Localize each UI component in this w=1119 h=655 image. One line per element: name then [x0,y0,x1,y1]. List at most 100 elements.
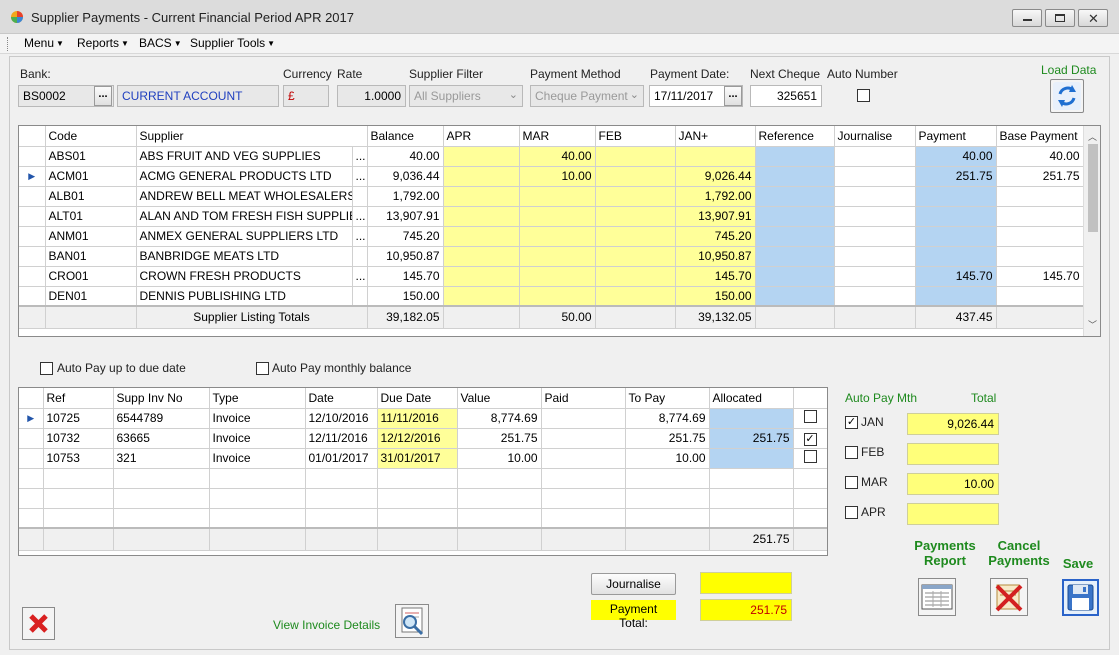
table-row[interactable]: ANM01 ANMEX GENERAL SUPPLIERS LTD ... 74… [19,226,1084,247]
col-header-code[interactable]: Code [45,126,137,147]
table-row[interactable]: ▶ ACM01 ACMG GENERAL PRODUCTS LTD ... 9,… [19,166,1084,187]
cell-code[interactable]: ACM01 [45,166,137,187]
cell-mar[interactable] [519,206,596,227]
date-picker-button[interactable]: ... [724,86,742,106]
bank-lookup-button[interactable]: ... [94,86,112,106]
cell-select[interactable]: ✓ [793,428,827,449]
cell-journalise[interactable] [834,246,916,267]
cell-reference[interactable] [755,166,835,187]
table-row[interactable]: DEN01 DENNIS PUBLISHING LTD 150.00 150.0… [19,286,1084,307]
feb-total-field[interactable] [907,443,999,465]
cell-ref[interactable]: 10753 [43,448,114,469]
cell-journalise[interactable] [834,146,916,167]
cell-date[interactable]: 12/11/2016 [305,428,378,449]
cell-code[interactable]: BAN01 [45,246,137,267]
cell-payment[interactable] [915,206,997,227]
cell-journalise[interactable] [834,286,916,307]
cell-reference[interactable] [755,206,835,227]
journalise-button[interactable]: Journalise [591,573,676,595]
jan-checkbox[interactable]: ✓ [845,416,858,429]
table-row[interactable]: 10732 63665 Invoice 12/11/2016 12/12/201… [19,428,827,449]
menu-supplier-tools[interactable]: Supplier Tools ▼ [188,36,277,50]
apr-total-field[interactable] [907,503,999,525]
jan-total-field[interactable]: 9,026.44 [907,413,999,435]
cell-mar[interactable]: 10.00 [519,166,596,187]
cell-type[interactable]: Invoice [209,408,306,429]
cell-supplier[interactable]: BANBRIDGE MEATS LTD [136,246,353,267]
save-button[interactable] [1062,579,1099,616]
cell-payment[interactable]: 145.70 [915,266,997,287]
auto-pay-monthly-checkbox[interactable] [256,362,269,375]
col-header-journalise[interactable]: Journalise [834,126,916,147]
cell-jan[interactable]: 10,950.87 [675,246,756,267]
cell-type[interactable]: Invoice [209,448,306,469]
mar-total-field[interactable]: 10.00 [907,473,999,495]
scroll-down-icon[interactable]: ﹀ [1088,318,1097,331]
journalise-value-field[interactable] [700,572,792,594]
col-header-allocated[interactable]: Allocated [709,388,794,409]
cell-due-date[interactable]: 11/11/2016 [377,408,458,429]
scrollbar-thumb[interactable] [1088,144,1098,232]
cancel-payments-button[interactable] [990,578,1028,616]
cell-feb[interactable] [595,166,676,187]
scroll-up-icon[interactable]: ︿ [1088,130,1097,143]
table-row[interactable]: 10753 321 Invoice 01/01/2017 31/01/2017 … [19,448,827,469]
supplier-more-button[interactable] [352,246,368,267]
cell-jan[interactable] [675,146,756,167]
cell-supplier[interactable]: CROWN FRESH PRODUCTS [136,266,353,287]
close-window-button[interactable]: ✕ [1078,9,1108,27]
payment-method-select[interactable]: Cheque Payment ⌄ [530,85,644,107]
col-header-jan[interactable]: JAN+ [675,126,756,147]
cell-payment[interactable] [915,186,997,207]
table-row[interactable]: ABS01 ABS FRUIT AND VEG SUPPLIES ... 40.… [19,146,1084,167]
cell-feb[interactable] [595,146,676,167]
cell-supplier[interactable]: DENNIS PUBLISHING LTD [136,286,353,307]
col-header-mar[interactable]: MAR [519,126,596,147]
col-header-date[interactable]: Date [305,388,378,409]
cell-feb[interactable] [595,226,676,247]
cell-payment[interactable] [915,246,997,267]
auto-number-checkbox[interactable] [857,89,870,102]
col-header-due-date[interactable]: Due Date [377,388,458,409]
cell-apr[interactable] [443,226,520,247]
cell-feb[interactable] [595,206,676,227]
next-cheque-field[interactable]: 325651 [750,85,822,107]
cell-due-date[interactable]: 31/01/2017 [377,448,458,469]
col-header-value[interactable]: Value [457,388,542,409]
cell-ref[interactable]: 10732 [43,428,114,449]
cell-supplier[interactable]: ALAN AND TOM FRESH FISH SUPPLIES [136,206,353,227]
supplier-more-button[interactable] [352,186,368,207]
supplier-filter-select[interactable]: All Suppliers ⌄ [409,85,523,107]
payments-report-button[interactable] [918,578,956,616]
mar-checkbox[interactable] [845,476,858,489]
cell-date[interactable]: 12/10/2016 [305,408,378,429]
cell-jan[interactable]: 1,792.00 [675,186,756,207]
cell-payment[interactable]: 40.00 [915,146,997,167]
cell-supplier[interactable]: ANMEX GENERAL SUPPLIERS LTD [136,226,353,247]
col-header-ref[interactable]: Ref [43,388,114,409]
supplier-more-button[interactable] [352,286,368,307]
view-invoice-details-label[interactable]: View Invoice Details [273,618,380,632]
cell-jan[interactable]: 9,026.44 [675,166,756,187]
cell-allocated[interactable] [709,448,794,469]
invoice-select-checkbox[interactable] [803,410,817,423]
cell-apr[interactable] [443,166,520,187]
cell-select[interactable] [793,408,827,429]
cell-supp-inv-no[interactable]: 321 [113,448,210,469]
cell-apr[interactable] [443,146,520,167]
auto-pay-due-checkbox[interactable] [40,362,53,375]
table-row[interactable]: ▶ 10725 6544789 Invoice 12/10/2016 11/11… [19,408,827,429]
table-row[interactable]: BAN01 BANBRIDGE MEATS LTD 10,950.87 10,9… [19,246,1084,267]
col-header-paid[interactable]: Paid [541,388,626,409]
cell-journalise[interactable] [834,206,916,227]
cell-jan[interactable]: 13,907.91 [675,206,756,227]
cell-reference[interactable] [755,226,835,247]
cell-mar[interactable] [519,246,596,267]
cell-feb[interactable] [595,246,676,267]
cell-apr[interactable] [443,246,520,267]
supplier-more-button[interactable]: ... [352,266,368,287]
cell-code[interactable]: ABS01 [45,146,137,167]
cell-feb[interactable] [595,286,676,307]
col-header-payment[interactable]: Payment [915,126,997,147]
cell-supplier[interactable]: ANDREW BELL MEAT WHOLESALERS [136,186,353,207]
